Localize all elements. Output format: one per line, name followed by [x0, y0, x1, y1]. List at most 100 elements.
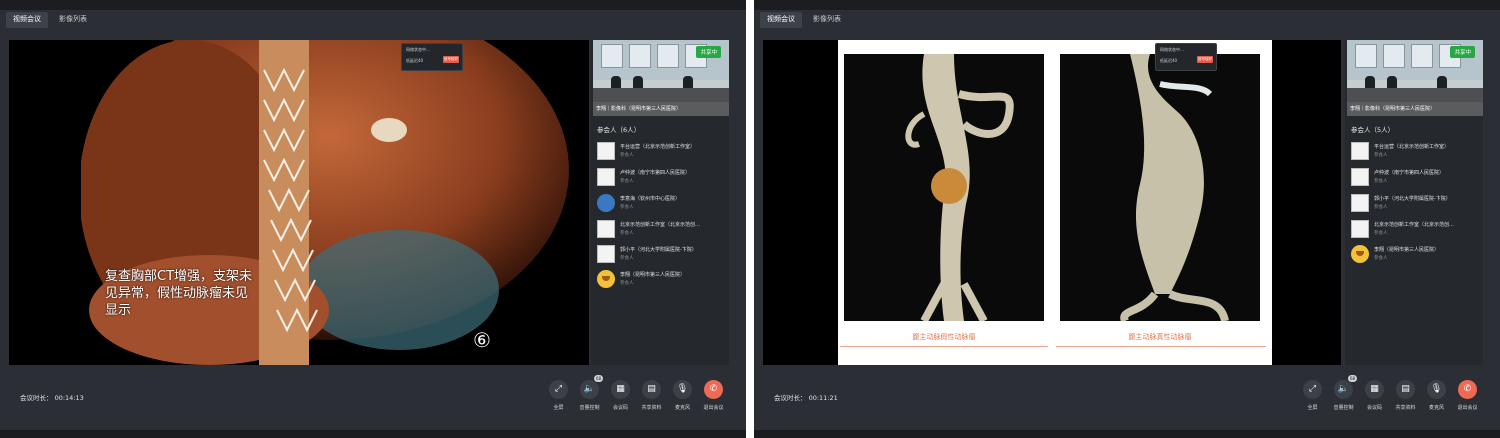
- member-name: 北京示范创新工作室（北京示范创…: [1374, 222, 1455, 228]
- leave-meeting-button[interactable]: ✆ 退出会议: [1452, 380, 1483, 424]
- caption-underline: [1056, 346, 1266, 347]
- meeting-code-button[interactable]: ▦ 会议码: [1359, 380, 1390, 424]
- sharing-badge: 共享中: [1450, 46, 1475, 58]
- member-item[interactable]: 平台运营（北京示范创新工作室） 参会人: [597, 142, 725, 162]
- camera-window-shape: [1355, 44, 1377, 68]
- member-item[interactable]: 李翔（昆明市第三人民医院） 参会人: [597, 270, 725, 290]
- avatar: [597, 245, 615, 263]
- member-role: 参会人: [1374, 256, 1388, 261]
- aneurysm-shape: [1120, 54, 1229, 321]
- member-name: 平台运营（北京示范创新工作室）: [1374, 144, 1450, 150]
- member-item[interactable]: 郭小平（河北大学附属医院-卞院） 参会人: [597, 245, 725, 265]
- camera-feed: 共享中 李翔｜影像科（昆明市第三人民医院）: [1347, 40, 1483, 116]
- member-role: 参会人: [1374, 153, 1388, 158]
- member-item[interactable]: 卢仲波（南宁市第四人民医院） 参会人: [597, 168, 725, 188]
- member-role: 参会人: [1374, 205, 1388, 210]
- volume-count-badge: 68: [1348, 375, 1358, 382]
- avatar: [1351, 220, 1369, 238]
- microphone-button[interactable]: 🎙 麦克风: [667, 380, 698, 424]
- control-bar: 会议时长： 00:11:21 ⤢ 全屏 🔈 68 音量控制 ▦ 会议码 ▤ 共享资料 🎙 麦…: [754, 368, 1500, 428]
- network-popup: 网络状态中… 低延迟40 信号较好: [1155, 43, 1217, 71]
- members-title: 参会人（6人）: [597, 126, 641, 134]
- title-bar: [0, 0, 746, 10]
- member-item[interactable]: 李翔（昆明市第三人民医院） 参会人: [1351, 245, 1479, 265]
- camera-desk-shape: [1347, 88, 1483, 102]
- member-role: 参会人: [620, 179, 634, 184]
- avatar: [597, 142, 615, 160]
- hangup-icon: ✆: [1458, 380, 1477, 399]
- tab-video-meeting[interactable]: 视频会议: [760, 12, 802, 28]
- member-item[interactable]: 北京示范创新工作室（北京示范创… 参会人: [1351, 220, 1479, 240]
- tab-video-meeting[interactable]: 视频会议: [6, 12, 48, 28]
- shared-screen: 复查胸部CT增强，支架未见异常，假性动脉瘤未见显示 ⑥ 网络状态中… 低延迟40…: [9, 40, 589, 365]
- avatar: [1351, 142, 1369, 160]
- member-role: 参会人: [1374, 231, 1388, 236]
- volume-button[interactable]: 🔈 68 音量控制: [574, 375, 605, 424]
- avatar: [597, 220, 615, 238]
- duration-label: 会议时长：: [774, 394, 807, 402]
- member-item[interactable]: 北京示范创新工作室（北京示范创… 参会人: [597, 220, 725, 240]
- camera-caption: 李翔｜影像科（昆明市第三人民医院）: [593, 102, 729, 116]
- camera-caption: 李翔｜影像科（昆明市第三人民医院）: [1347, 102, 1483, 116]
- microphone-icon: 🎙: [673, 380, 692, 399]
- volume-button[interactable]: 🔈 68 音量控制: [1328, 375, 1359, 424]
- control-bar: 会议时长： 00:14:13 ⤢ 全屏 🔈 68 音量控制 ▦ 会议码 ▤ 共享资料 🎙 麦…: [0, 368, 746, 428]
- slide-caption: 腹主动脉假性动脉瘤: [912, 333, 976, 341]
- member-role: 参会人: [620, 256, 634, 261]
- ct-image-true-aneurysm: [1060, 54, 1260, 321]
- member-name: 北京示范创新工作室（北京示范创…: [620, 222, 701, 228]
- member-name: 卢仲波（南宁市第四人民医院）: [620, 170, 691, 176]
- member-item[interactable]: 平台运营（北京示范创新工作室） 参会人: [1351, 142, 1479, 162]
- microphone-button[interactable]: 🎙 麦克风: [1421, 380, 1452, 424]
- fullscreen-button[interactable]: ⤢ 全屏: [543, 380, 574, 424]
- tab-bar: 视频会议 影像列表: [6, 12, 94, 28]
- camera-window-shape: [1383, 44, 1405, 68]
- member-name: 郭小平（河北大学附属医院-卞院）: [1374, 196, 1451, 202]
- camera-desk-shape: [593, 88, 729, 102]
- volume-icon: 🔈: [580, 380, 599, 399]
- member-item[interactable]: 郭小平（河北大学附属医院-卞院） 参会人: [1351, 194, 1479, 214]
- duration-value: 00:14:13: [54, 394, 84, 402]
- meeting-code-button[interactable]: ▦ 会议码: [605, 380, 636, 424]
- shared-screen: 腹主动脉假性动脉瘤 腹主动脉真性动脉瘤 网络状态中… 低延迟40 信号较好: [763, 40, 1341, 365]
- leave-meeting-button[interactable]: ✆ 退出会议: [698, 380, 729, 424]
- avatar: [1351, 245, 1369, 263]
- member-role: 参会人: [1374, 179, 1388, 184]
- network-quality-button[interactable]: 信号较好: [443, 56, 459, 63]
- member-name: 李翔（昆明市第三人民医院）: [1374, 247, 1440, 253]
- qrcode-icon: ▦: [1365, 380, 1384, 399]
- member-name: 李翔（昆明市第三人民医院）: [620, 272, 686, 278]
- tab-image-list[interactable]: 影像列表: [52, 12, 94, 28]
- member-item[interactable]: 卢仲波（南宁市第四人民医院） 参会人: [1351, 168, 1479, 188]
- network-popup: 网络状态中… 低延迟40 信号较好: [401, 43, 463, 71]
- volume-icon: 🔈: [1334, 380, 1353, 399]
- avatar: [597, 168, 615, 186]
- network-status-text: 网络状态中…: [406, 47, 430, 52]
- camera-window-shape: [657, 44, 679, 68]
- annotation-text: 复查胸部CT增强，支架未见异常，假性动脉瘤未见显示: [105, 269, 253, 318]
- avatar: [1351, 194, 1369, 212]
- tab-image-list[interactable]: 影像列表: [806, 12, 848, 28]
- fullscreen-icon: ⤢: [549, 380, 568, 399]
- document-icon: ▤: [1396, 380, 1415, 399]
- latency-text: 低延迟40: [1160, 58, 1178, 63]
- document-icon: ▤: [642, 380, 661, 399]
- leave-meeting-label: 退出会议: [1457, 405, 1478, 411]
- control-buttons: ⤢ 全屏 🔈 68 音量控制 ▦ 会议码 ▤ 共享资料 🎙 麦克风 ✆ 退出会议: [1297, 375, 1483, 424]
- member-item[interactable]: 李意海（钦州市中心医院） 参会人: [597, 194, 725, 214]
- network-quality-button[interactable]: 信号较好: [1197, 56, 1213, 63]
- share-docs-button[interactable]: ▤ 共享资料: [1390, 380, 1421, 424]
- fullscreen-button[interactable]: ⤢ 全屏: [1297, 380, 1328, 424]
- latency-text: 低延迟40: [406, 58, 424, 63]
- share-docs-button[interactable]: ▤ 共享资料: [636, 380, 667, 424]
- camera-feed: 共享中 李翔｜影像科（昆明市第三人民医院）: [593, 40, 729, 116]
- camera-window-shape: [601, 44, 623, 68]
- participants-sidebar: 共享中 李翔｜影像科（昆明市第三人民医院） 参会人（5人） 平台运营（北京示范创…: [1345, 40, 1483, 365]
- member-role: 参会人: [620, 231, 634, 236]
- member-name: 卢仲波（南宁市第四人民医院）: [1374, 170, 1445, 176]
- microphone-icon: 🎙: [1427, 380, 1446, 399]
- leave-meeting-label: 退出会议: [703, 405, 724, 411]
- control-buttons: ⤢ 全屏 🔈 68 音量控制 ▦ 会议码 ▤ 共享资料 🎙 麦克风 ✆ 退出会议: [543, 375, 729, 424]
- bottom-strip: [754, 430, 1500, 438]
- participants-sidebar: 共享中 李翔｜影像科（昆明市第三人民医院） 参会人（6人） 平台运营（北京示范创…: [591, 40, 729, 365]
